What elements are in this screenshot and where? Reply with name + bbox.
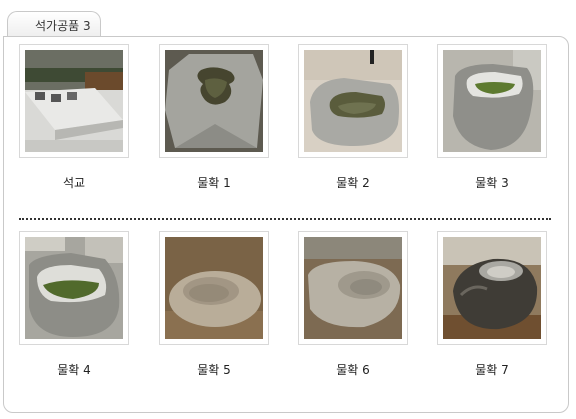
thumbnail-frame[interactable] [298,231,408,345]
tab-label: 석가공품 3 [35,19,91,33]
stone-basin-photo [443,237,541,339]
item-caption: 물확 2 [336,176,370,190]
thumbnail-frame[interactable] [298,44,408,158]
item-caption: 물확 5 [197,363,231,377]
thumbnail-frame[interactable] [437,44,547,158]
item-caption: 석교 [62,176,86,190]
item-caption: 물확 3 [475,176,509,190]
thumbnail-frame[interactable] [159,231,269,345]
stone-basin-photo [304,50,402,152]
thumbnail-frame[interactable] [19,231,129,345]
stone-basin-photo [304,237,402,339]
thumbnail-frame[interactable] [437,231,547,345]
thumbnail-frame[interactable] [19,44,129,158]
row-divider [19,218,551,220]
item-caption: 물확 7 [475,363,509,377]
tab-stone-products-3[interactable]: 석가공품 3 [7,11,101,37]
item-caption: 물확 1 [197,176,231,190]
thumbnail-frame[interactable] [159,44,269,158]
stone-basin-photo [165,50,263,152]
stone-basin-photo [443,50,541,152]
item-caption: 물확 6 [336,363,370,377]
stone-bridge-photo [25,50,123,152]
item-caption: 물확 4 [57,363,91,377]
stone-basin-photo [165,237,263,339]
stone-basin-photo [25,237,123,339]
